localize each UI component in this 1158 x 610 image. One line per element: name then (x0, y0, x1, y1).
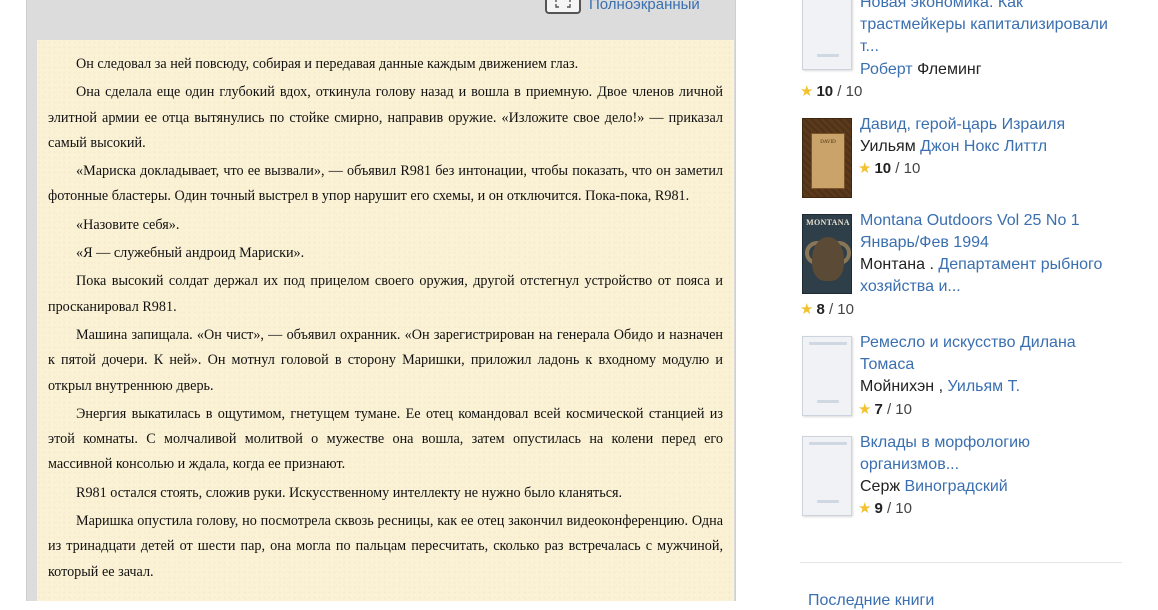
book-cover-placeholder[interactable] (802, 0, 852, 70)
fullscreen-label: Полноэкранный (589, 0, 700, 13)
book-author: Роберт Флеминг (860, 61, 982, 78)
book-reader: Полноэкранный Он следовал за ней повсюду… (26, 0, 736, 601)
paragraph: «Я — служебный андроид Мариски». (76, 245, 305, 262)
author-link[interactable]: хозяйства и... (860, 278, 961, 295)
author-link[interactable]: Уильям Т. (947, 378, 1020, 395)
book-rating: ★ 10 / 10 (800, 83, 863, 100)
author-link[interactable]: Виноградский (905, 478, 1008, 495)
book-cover-image[interactable]: DAVID (802, 118, 852, 198)
book-cover-image[interactable]: MONTANA (802, 214, 852, 294)
book-title-link[interactable]: Ремесло и искусство Дилана Томаса (860, 332, 1076, 376)
book-title-link[interactable]: Давид, герой-царь Израиля (860, 114, 1065, 136)
book-cover-placeholder[interactable] (802, 436, 852, 516)
paragraph: Он следовал за ней повсюду, собирая и пе… (76, 56, 579, 72)
fullscreen-button[interactable]: Полноэкранный (545, 0, 700, 14)
book-rating: ★ 7 / 10 (858, 401, 912, 418)
star-icon: ★ (858, 401, 872, 418)
paragraph: Она сделала еще один глубокий вдох, отки… (48, 84, 723, 151)
book-author: Мойнихэн , Уильям Т. (860, 378, 1021, 395)
star-icon: ★ (858, 500, 872, 517)
paragraph: Маришка опустила голову, но посмотрела с… (48, 513, 723, 580)
book-title-link[interactable]: Новая экономика. Как трастмейкеры капита… (860, 0, 1108, 58)
reader-toolbar: Полноэкранный (27, 0, 735, 40)
book-cover-placeholder[interactable] (802, 336, 852, 416)
book-rating: ★ 9 / 10 (858, 500, 912, 517)
reader-page: Он следовал за ней повсюду, собирая и пе… (37, 40, 734, 601)
author-link[interactable]: Департамент рыбного (938, 256, 1102, 273)
book-title-link[interactable]: Montana Outdoors Vol 25 No 1 Январь/Фев … (860, 210, 1080, 254)
book-rating: ★ 10 / 10 (858, 160, 921, 177)
author-link[interactable]: Джон Нокс Литтл (920, 138, 1047, 155)
author-link[interactable]: Роберт (860, 61, 913, 78)
paragraph: «Назовите себя». (76, 216, 180, 233)
divider (800, 562, 1122, 563)
book-author: Уильям Джон Нокс Литтл (860, 138, 1048, 155)
expand-arrows-icon (555, 0, 571, 8)
paragraph: Пока высокий солдат держал их под прицел… (48, 273, 723, 315)
related-books-sidebar: Новая экономика. Как трастмейкеры капита… (800, 0, 1130, 609)
star-icon: ★ (800, 301, 814, 318)
section-heading[interactable]: Последние книги (808, 592, 934, 610)
book-author: Серж Виноградский (860, 478, 1008, 495)
star-icon: ★ (800, 83, 814, 100)
fullscreen-icon (545, 0, 581, 14)
book-author: Монтана . Департамент рыбного хозяйства … (860, 256, 1103, 295)
book-rating: ★ 8 / 10 (800, 301, 854, 318)
paragraph: Машина запищала. «Он чист», — объявил ох… (48, 326, 723, 394)
star-icon: ★ (858, 160, 872, 177)
paragraph: Энергия выкатилась в ощутимом, гнетущем … (48, 405, 723, 473)
paragraph: R981 остался стоять, сложив руки. Искусс… (76, 484, 623, 501)
paragraph: «Мариска докладывает, что ее вызвали», —… (48, 163, 723, 205)
book-title-link[interactable]: Вклады в морфологию организмов... (860, 432, 1030, 476)
